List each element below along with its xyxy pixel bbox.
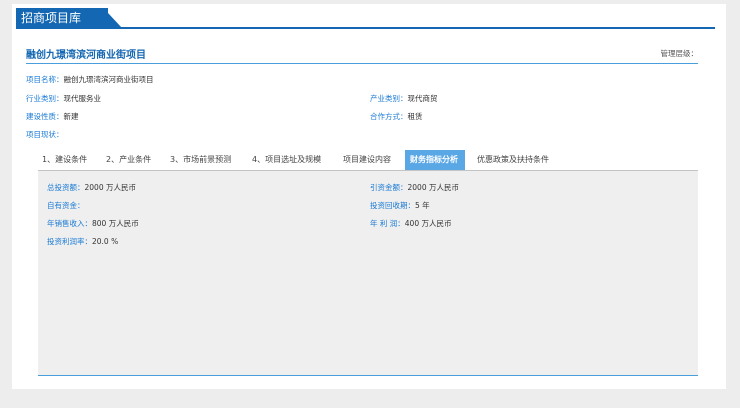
field-value: 5 年 xyxy=(415,201,430,210)
field-label: 合作方式： xyxy=(370,112,408,121)
tab-industry[interactable]: 2、产业条件 xyxy=(106,150,151,170)
field-label: 年 利 润： xyxy=(370,219,405,228)
field-product-category: 产业类别：现代商贸 xyxy=(370,93,438,104)
field-value: 融创九璟湾滨河商业街项目 xyxy=(63,75,154,84)
finance-annual-sales: 年销售收入：800 万人民币 xyxy=(47,218,139,229)
tab-finance[interactable]: 财务指标分析 xyxy=(405,150,465,170)
field-value: 2000 万人民币 xyxy=(407,183,459,192)
field-cooperation: 合作方式：租赁 xyxy=(370,111,423,122)
title-row: 融创九璟湾滨河商业街项目 管理层级： xyxy=(26,46,698,64)
field-value: 800 万人民币 xyxy=(92,219,139,228)
finance-roi: 投资利润率：20.0 % xyxy=(47,236,118,247)
finance-own-funds: 自有资金： xyxy=(47,200,85,211)
field-label: 行业类别： xyxy=(26,94,64,103)
header-divider xyxy=(16,27,715,29)
manage-level-label: 管理层级： xyxy=(660,49,699,58)
tab-bar: 1、建设条件 2、产业条件 3、市场前景预测 4、项目选址及规模 项目建设内容 … xyxy=(38,150,698,170)
field-label: 引资金额： xyxy=(370,183,408,192)
field-value: 租赁 xyxy=(407,112,423,121)
field-label: 产业类别： xyxy=(370,94,408,103)
field-label: 自有资金： xyxy=(47,201,85,210)
field-label: 年销售收入： xyxy=(47,219,92,228)
field-label: 投资回收期： xyxy=(370,201,415,210)
field-label: 项目名称： xyxy=(26,75,64,84)
finance-total-invest: 总投资额：2000 万人民币 xyxy=(47,182,136,193)
field-value: 现代商贸 xyxy=(407,94,438,103)
field-label: 总投资额： xyxy=(47,183,85,192)
finance-panel: 总投资额：2000 万人民币 引资金额：2000 万人民币 自有资金： 投资回收… xyxy=(38,170,698,376)
panel-bottom-divider xyxy=(38,375,698,376)
finance-payback: 投资回收期：5 年 xyxy=(370,200,430,211)
field-label: 项目现状： xyxy=(26,130,64,139)
header-title: 招商项目库 xyxy=(16,8,108,28)
field-value: 新建 xyxy=(63,112,79,121)
field-label: 建设性质： xyxy=(26,112,64,121)
tab-construction[interactable]: 1、建设条件 xyxy=(42,150,87,170)
field-project-name: 项目名称：融创九璟湾滨河商业街项目 xyxy=(26,74,154,85)
page-title: 融创九璟湾滨河商业街项目 xyxy=(26,50,146,61)
field-value: 400 万人民币 xyxy=(404,219,452,228)
tab-policy[interactable]: 优惠政策及扶持条件 xyxy=(477,150,549,170)
field-label: 投资利润率： xyxy=(47,237,92,246)
field-value: 2000 万人民币 xyxy=(84,183,136,192)
finance-annual-profit: 年 利 润：400 万人民币 xyxy=(370,218,451,229)
field-value: 现代服务业 xyxy=(63,94,102,103)
tab-content[interactable]: 项目建设内容 xyxy=(343,150,391,170)
field-status: 项目现状： xyxy=(26,129,64,140)
header-tab-decoration xyxy=(108,13,122,28)
tab-site[interactable]: 4、项目选址及规模 xyxy=(252,150,321,170)
title-divider xyxy=(26,63,698,64)
finance-attract: 引资金额：2000 万人民币 xyxy=(370,182,459,193)
field-nature: 建设性质：新建 xyxy=(26,111,79,122)
field-value: 20.0 % xyxy=(92,237,119,246)
field-industry: 行业类别：现代服务业 xyxy=(26,93,101,104)
tab-market[interactable]: 3、市场前景预测 xyxy=(170,150,231,170)
